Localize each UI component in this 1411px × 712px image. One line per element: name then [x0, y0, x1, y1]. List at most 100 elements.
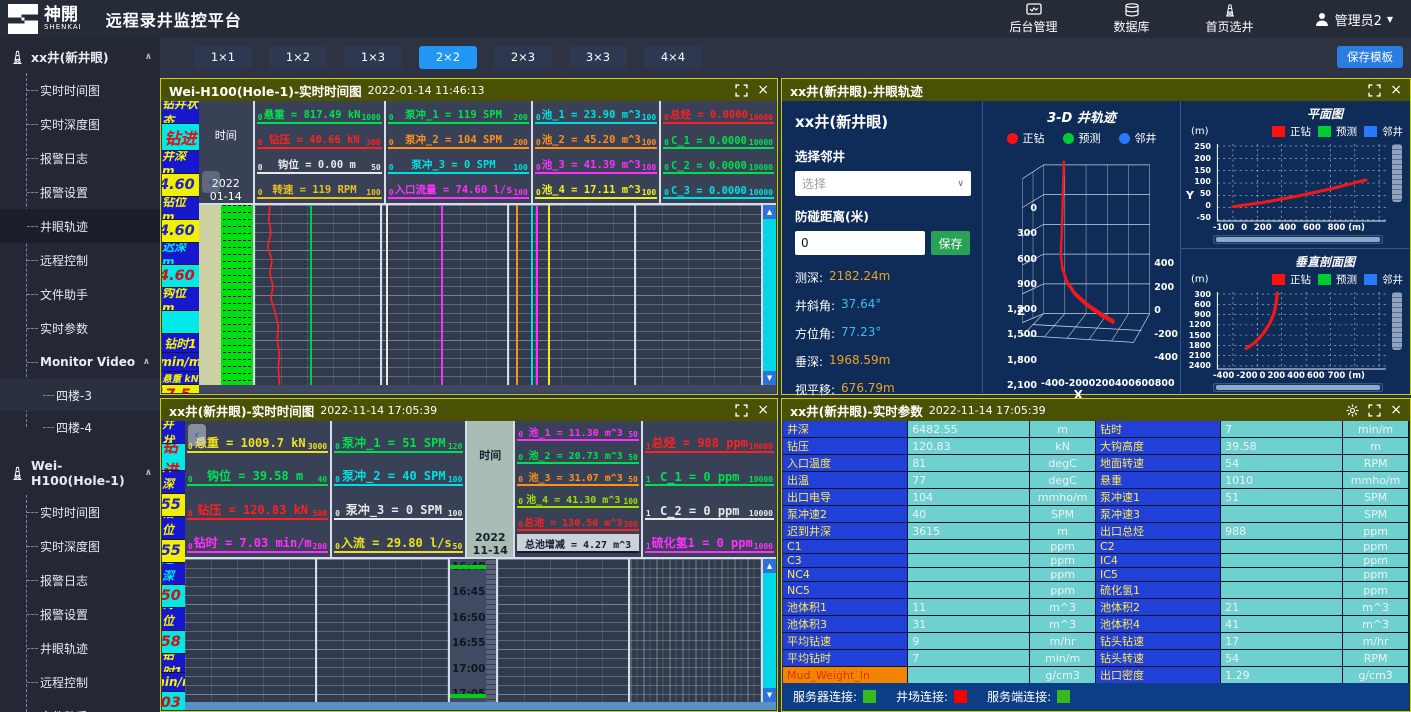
- curve-header[interactable]: 0池_1 = 11.30 m^350: [517, 422, 639, 441]
- nav-home-well-select[interactable]: 首页选井: [1206, 3, 1254, 35]
- collapse-handle[interactable]: ‹: [202, 171, 220, 193]
- curve-header[interactable]: 0池_3 = 41.39 m^3100: [535, 152, 657, 174]
- sidebar-item[interactable]: 报警设置: [0, 597, 160, 631]
- scrollbar-thumb[interactable]: [763, 573, 776, 688]
- sidebar-item[interactable]: 实时时间图: [0, 495, 160, 529]
- sidebar-item[interactable]: 远程控制: [0, 243, 160, 277]
- layout-button[interactable]: 2×3: [494, 46, 552, 69]
- slider-thumb[interactable]: [1392, 292, 1402, 350]
- sidebar-item[interactable]: 实时深度图: [0, 529, 160, 563]
- curve-header[interactable]: 0C_1 = 0.000010000: [663, 127, 774, 149]
- close-icon[interactable]: ×: [757, 84, 769, 97]
- curve-header[interactable]: 0池_1 = 23.90 m^3100: [535, 102, 657, 124]
- curve-header[interactable]: 0C_3 = 0.000010000: [663, 177, 774, 199]
- gear-icon[interactable]: [1346, 404, 1359, 417]
- curve-header[interactable]: 0泵冲_2 = 40 SPM100: [334, 456, 463, 487]
- layout-button[interactable]: 3×3: [569, 46, 627, 69]
- sidebar-item[interactable]: 报警日志: [0, 563, 160, 597]
- curve-header[interactable]: 0入流 = 29.80 l/s50: [334, 523, 463, 554]
- vertical-slider[interactable]: [1391, 142, 1403, 222]
- curve-header[interactable]: 0池_3 = 31.07 m^350: [517, 467, 639, 486]
- sidebar-item[interactable]: 文件助手: [0, 699, 160, 712]
- curve-header[interactable]: 0总烃 = 0.000010000: [663, 102, 774, 124]
- curve-header[interactable]: 0泵冲_1 = 119 SPM200: [388, 102, 529, 124]
- expand-icon[interactable]: [1368, 84, 1381, 97]
- sidebar-item[interactable]: 远程控制: [0, 665, 160, 699]
- layout-button[interactable]: 4×4: [644, 46, 702, 69]
- expand-icon[interactable]: [735, 404, 748, 417]
- curve-header[interactable]: 0池_2 = 20.73 m^350: [517, 444, 639, 463]
- sidebar-item[interactable]: 四楼-4: [0, 411, 160, 443]
- curve-header[interactable]: 0池_2 = 45.20 m^3100: [535, 127, 657, 149]
- curve-header[interactable]: 0入口流量 = 74.60 l/s100: [388, 177, 529, 199]
- horizontal-scrollbar[interactable]: [1213, 235, 1383, 244]
- curve-header[interactable]: 1C_1 = 0 ppm10000: [645, 456, 774, 487]
- curve-header[interactable]: 0泵冲_1 = 51 SPM120: [334, 422, 463, 453]
- sidebar-item[interactable]: Monitor Video ∧: [0, 345, 160, 379]
- sidebar-item[interactable]: 四楼-3: [0, 379, 160, 411]
- scroll-down-icon[interactable]: ▼: [763, 371, 776, 385]
- horizontal-scrollbar[interactable]: [185, 702, 776, 710]
- scrollbar-thumb[interactable]: [1216, 385, 1380, 390]
- curve-header[interactable]: 0悬重 = 1009.7 kN3000: [187, 422, 328, 453]
- curve-header[interactable]: 0泵冲_2 = 104 SPM200: [388, 127, 529, 149]
- sidebar-well1-header[interactable]: xx井(新井眼) ∧: [0, 38, 160, 73]
- save-button[interactable]: 保存: [931, 231, 970, 255]
- curve-header[interactable]: 1C_2 = 0 ppm10000: [645, 489, 774, 520]
- sidebar-item[interactable]: 报警设置: [0, 175, 160, 209]
- curve-header[interactable]: 1总烃 = 988 ppm10000: [645, 422, 774, 453]
- vertical-slider[interactable]: [1391, 290, 1403, 370]
- close-icon[interactable]: ×: [1390, 84, 1402, 97]
- status-label: 井场连接:: [896, 688, 948, 705]
- slider-thumb[interactable]: [1392, 144, 1402, 202]
- curve-header[interactable]: 1硫化氢1 = 0 ppm1000: [645, 523, 774, 554]
- close-icon[interactable]: ×: [757, 404, 769, 417]
- horizontal-scrollbar[interactable]: [199, 385, 776, 393]
- curve-header[interactable]: 0钻压 = 120.83 kN500: [187, 489, 328, 520]
- scrollbar-thumb[interactable]: [763, 219, 776, 371]
- time-scroll-thumb[interactable]: [486, 559, 496, 702]
- curve-header[interactable]: 0泵冲_3 = 0 SPM100: [388, 152, 529, 174]
- sidebar-item[interactable]: 文件助手: [0, 277, 160, 311]
- neighbor-well-select[interactable]: 选择 ∨: [795, 171, 971, 196]
- sidebar-item[interactable]: 井眼轨迹: [0, 209, 160, 243]
- layout-button[interactable]: 1×3: [344, 46, 402, 69]
- curve-header[interactable]: 0转速 = 119 RPM100: [257, 177, 382, 199]
- vertical-scrollbar[interactable]: ▲ ▼: [763, 559, 776, 702]
- curve-header[interactable]: 0钩位 = 0.00 m50: [257, 152, 382, 174]
- scroll-down-icon[interactable]: ▼: [763, 688, 776, 702]
- expand-icon[interactable]: [1368, 404, 1381, 417]
- layout-button[interactable]: 1×2: [269, 46, 327, 69]
- nav-backend-admin[interactable]: 后台管理: [1010, 3, 1058, 35]
- curve-header[interactable]: 0悬重 = 817.49 kN1000: [257, 102, 382, 124]
- layout-button[interactable]: 1×1: [194, 46, 252, 69]
- scroll-up-icon[interactable]: ▲: [763, 205, 776, 219]
- expand-icon[interactable]: [735, 84, 748, 97]
- curve-header[interactable]: 0钻压 = 40.66 kN300: [257, 127, 382, 149]
- sidebar-item[interactable]: 报警日志: [0, 141, 160, 175]
- curve-header[interactable]: 总池增减 = 4.27 m^3: [517, 534, 639, 553]
- sidebar-item[interactable]: 实时深度图: [0, 107, 160, 141]
- scrollbar-thumb[interactable]: [1216, 237, 1380, 242]
- close-icon[interactable]: ×: [1390, 404, 1402, 417]
- scroll-up-icon[interactable]: ▲: [763, 559, 776, 573]
- save-template-button[interactable]: 保存模板: [1337, 46, 1403, 68]
- curve-header[interactable]: 0C_2 = 0.000010000: [663, 152, 774, 174]
- nav-database[interactable]: 数据库: [1114, 3, 1150, 35]
- sidebar-item[interactable]: 实时时间图: [0, 73, 160, 107]
- curve-header[interactable]: 0钩位 = 39.58 m40: [187, 456, 328, 487]
- vertical-scrollbar[interactable]: ▲ ▼: [763, 205, 776, 385]
- sidebar-item[interactable]: 实时参数: [0, 311, 160, 345]
- layout-button[interactable]: 2×2: [419, 46, 477, 69]
- collapse-handle[interactable]: ‹: [188, 424, 206, 446]
- sidebar-well2-header[interactable]: Wei-H100(Hole-1) ∧: [0, 449, 160, 495]
- curve-header[interactable]: 0池_4 = 17.11 m^3100: [535, 177, 657, 199]
- user-menu[interactable]: 管理员2 ▼: [1314, 10, 1393, 29]
- horizontal-scrollbar[interactable]: [1213, 383, 1383, 392]
- collision-distance-input[interactable]: [795, 231, 925, 255]
- curve-header[interactable]: 0总池 = 130.50 m^3300: [517, 511, 639, 530]
- curve-header[interactable]: 0钻时 = 7.03 min/m200: [187, 523, 328, 554]
- curve-header[interactable]: 0池_4 = 41.30 m^3100: [517, 489, 639, 508]
- sidebar-item[interactable]: 井眼轨迹: [0, 631, 160, 665]
- curve-header[interactable]: 0泵冲_3 = 0 SPM100: [334, 489, 463, 520]
